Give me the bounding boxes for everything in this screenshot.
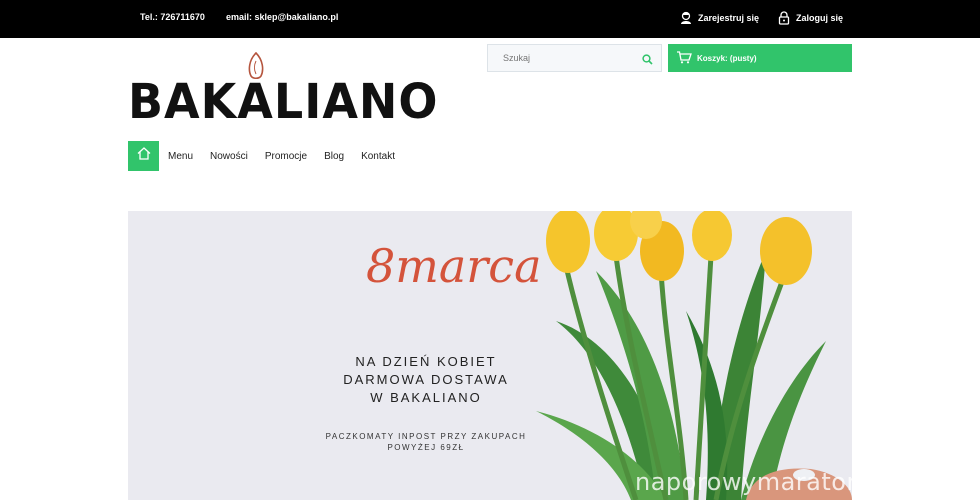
email-address[interactable]: email: sklep@bakaliano.pl [226, 12, 338, 22]
search-icon[interactable] [642, 52, 653, 70]
cart-icon [676, 50, 692, 66]
nav-item-menu[interactable]: Menu [168, 151, 193, 162]
banner-subtext-2: POWYŻEJ 69ZŁ [387, 443, 465, 452]
banner-subtext-1: PACZKOMATY INPOST PRZY ZAKUPACH [325, 432, 527, 441]
watermark: naporowymaraton.pl [635, 468, 894, 496]
cart-button[interactable]: Koszyk: (pusty) [668, 44, 852, 72]
register-label: Zarejestruj się [698, 13, 760, 23]
home-icon [137, 147, 151, 165]
cart-label: Koszyk: (pusty) [697, 53, 757, 63]
banner-headline-1: NA DZIEŃ KOBIET [355, 354, 497, 369]
nav-item-kontakt[interactable]: Kontakt [361, 151, 395, 162]
home-button[interactable] [128, 141, 159, 171]
phone-number: Tel.: 726711670 [140, 12, 205, 22]
banner-headline-3: W BAKALIANO [370, 390, 482, 405]
site-logo[interactable]: BAKALIANO [128, 52, 438, 132]
logo-text: BAKALIANO [128, 72, 439, 130]
banner-headline-2: DARMOWA DOSTAWA [343, 372, 509, 387]
tulips-image [536, 211, 852, 500]
nav-item-promocje[interactable]: Promocje [265, 151, 307, 162]
nav-item-blog[interactable]: Blog [324, 151, 344, 162]
login-link[interactable]: Zaloguj się [778, 11, 843, 25]
promo-banner[interactable]: 8marca NA DZIEŃ KOBIET DARMOWA DOSTAWA W… [128, 211, 852, 500]
search-box [487, 44, 662, 72]
register-link[interactable]: Zarejestruj się [680, 11, 759, 25]
lock-icon [778, 11, 790, 25]
search-input[interactable] [488, 45, 633, 71]
nav-item-nowosci[interactable]: Nowości [210, 151, 248, 162]
banner-date: 8marca [366, 239, 542, 293]
user-icon [680, 11, 692, 25]
login-label: Zaloguj się [796, 13, 844, 23]
main-nav: Menu Nowości Promocje Blog Kontakt [128, 141, 403, 171]
top-bar: Tel.: 726711670 email: sklep@bakaliano.p… [0, 0, 980, 38]
